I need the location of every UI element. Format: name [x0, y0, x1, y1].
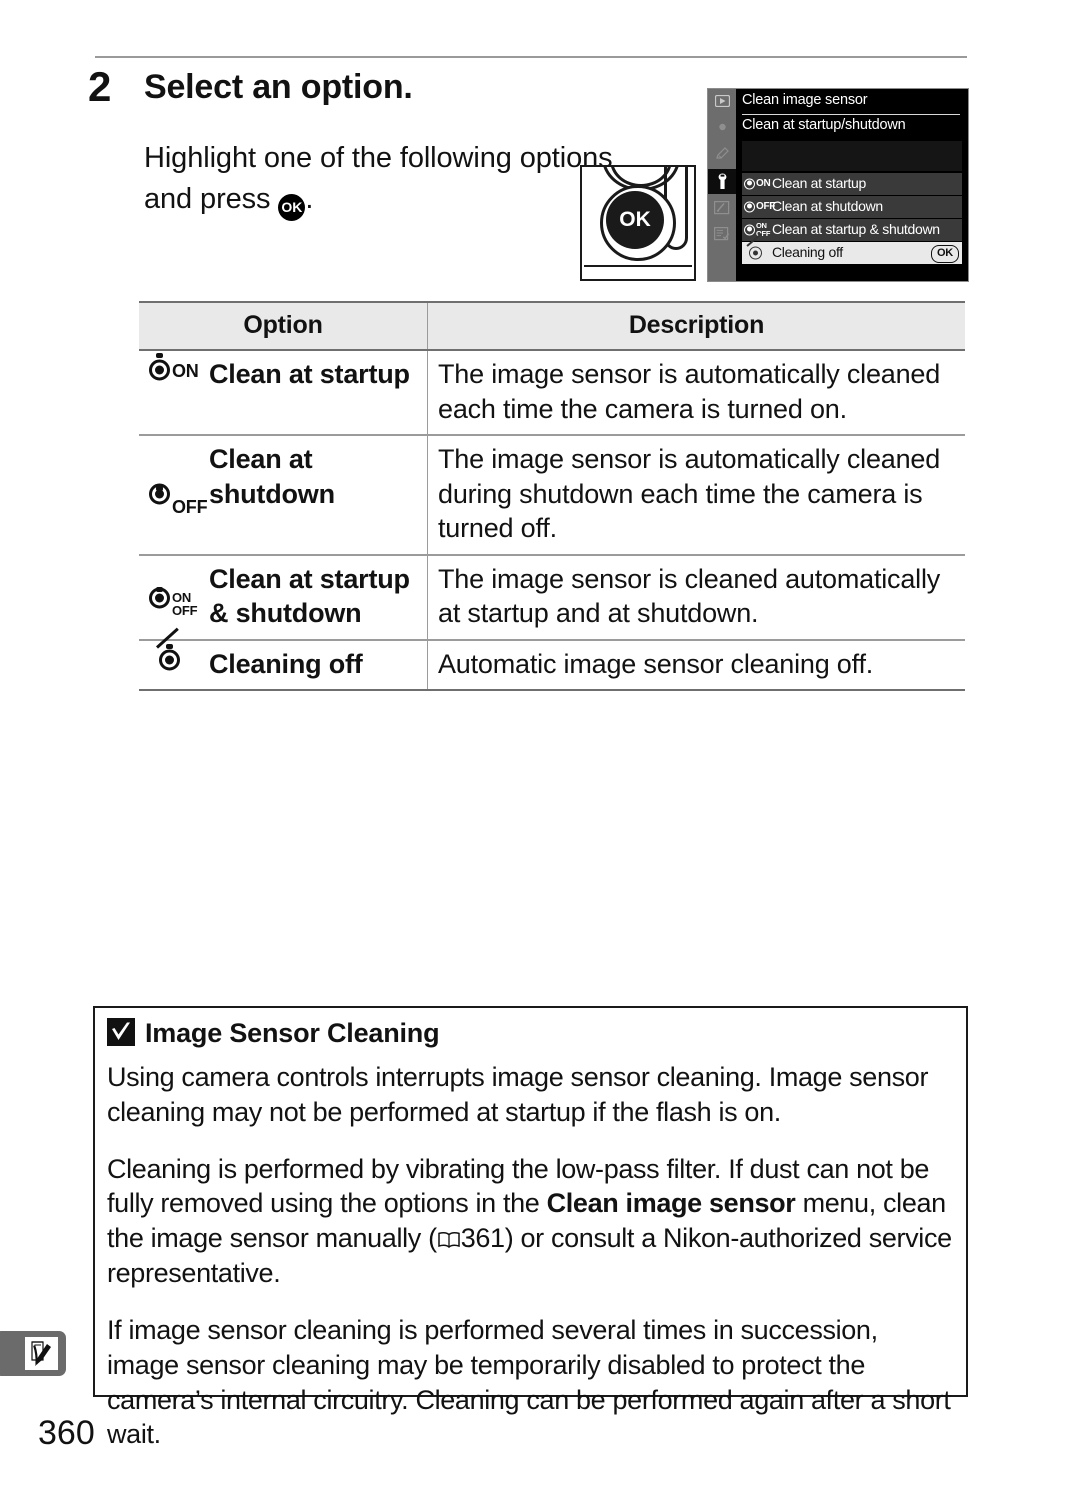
- lcd-row-clean-at-startup[interactable]: ON Clean at startup: [742, 173, 962, 195]
- shooting-menu-icon: [711, 117, 733, 142]
- lcd-row-clean-at-startup-and-shutdown[interactable]: ON OFF Clean at startup & shutdown: [742, 219, 962, 241]
- clean-at-startup-icon: ON: [147, 351, 205, 434]
- table-option-label: Cleaning off: [209, 648, 363, 679]
- note-title: Image Sensor Cleaning: [145, 1018, 440, 1048]
- note-paragraph-2: Cleaning is performed by vibrating the l…: [107, 1152, 955, 1291]
- clean-at-startup-icon: ON: [744, 175, 771, 193]
- table-header-option: Option: [139, 301, 428, 351]
- cleaning-off-icon: [147, 627, 205, 690]
- table-cell-description: The image sensor is automatically cleane…: [427, 435, 965, 556]
- cleaning-off-icon: [744, 233, 770, 262]
- setup-menu-side-tab: [0, 1331, 66, 1376]
- clean-at-shutdown-icon: OFF: [147, 436, 208, 554]
- playback-menu-icon: [711, 91, 733, 116]
- note-p2-page-ref: 361: [460, 1223, 505, 1254]
- step-title: Select an option.: [144, 68, 413, 106]
- note-paragraph-3: If image sensor cleaning is performed se…: [107, 1314, 951, 1450]
- lcd-title-rule: [742, 114, 960, 115]
- retouch-menu-icon: [711, 197, 733, 222]
- setup-menu-pencil-icon: [25, 1337, 58, 1370]
- note-heading: Image Sensor Cleaning: [107, 1018, 440, 1049]
- caution-checkmark-icon: [107, 1018, 135, 1046]
- table-cell-option: OFF Clean at shutdown: [139, 435, 428, 556]
- lcd-row-label: Cleaning off: [772, 244, 843, 260]
- table-cell-option: Cleaning off: [139, 627, 428, 692]
- table-cell-description: Automatic image sensor cleaning off.: [427, 639, 965, 692]
- camera-body-line: [584, 265, 692, 267]
- table-header-row: Option Description: [139, 301, 965, 351]
- lcd-row-label: Clean at startup: [772, 175, 867, 191]
- note-paragraph-1: Using camera controls interrupts image s…: [107, 1062, 929, 1127]
- options-table: Option Description ON Clean at startup T: [139, 301, 965, 692]
- note-p2-bold-menu-name: Clean image sensor: [546, 1188, 796, 1219]
- ok-button-graphic: OK: [606, 191, 664, 249]
- table-option-label: Clean at startup: [209, 359, 410, 389]
- caution-note-box: Image Sensor Cleaning Using camera contr…: [93, 1006, 968, 1449]
- lcd-ok-badge: OK: [931, 245, 959, 263]
- lcd-title: Clean image sensor: [742, 92, 868, 108]
- table-option-label: Clean at shutdown: [209, 444, 335, 509]
- recent-settings-icon: [711, 223, 733, 248]
- lcd-row-cleaning-off[interactable]: Cleaning off OK: [742, 233, 962, 264]
- camera-ok-button-illustration: OK: [580, 165, 696, 281]
- book-reference-icon: [437, 1231, 461, 1249]
- step-instruction-text: Highlight one of the following options a…: [144, 142, 613, 215]
- table-row: OFF Clean at shutdown The image sensor i…: [139, 435, 965, 556]
- ok-button-icon: OK: [278, 193, 306, 221]
- setup-menu-wrench-icon: [708, 169, 736, 194]
- page-number: 360: [38, 1414, 95, 1452]
- header-rule: [95, 56, 967, 58]
- table-row: ON Clean at startup The image sensor is …: [139, 350, 965, 437]
- table-option-label: Clean at startup & shutdown: [209, 563, 410, 629]
- step-instruction: Highlight one of the following options a…: [144, 138, 614, 221]
- custom-settings-pencil-icon: [711, 143, 733, 168]
- note-body: Using camera controls interrupts image s…: [107, 1060, 955, 1452]
- lcd-subtitle: Clean at startup/shutdown: [742, 117, 906, 133]
- step-number: 2: [88, 63, 111, 110]
- step-instruction-period: .: [305, 182, 314, 215]
- table-row: Cleaning off Automatic image sensor clea…: [139, 627, 965, 692]
- clean-at-startup-and-shutdown-icon: ON OFF: [147, 556, 205, 639]
- clean-at-shutdown-icon: OFF: [744, 198, 775, 216]
- table-header-description: Description: [427, 301, 965, 351]
- lcd-row-label: Clean at startup & shutdown: [772, 221, 940, 237]
- table-cell-option: ON Clean at startup: [139, 350, 428, 437]
- table-cell-option: ON OFF Clean at startup & shutdown: [139, 554, 428, 641]
- table-cell-description: The image sensor is automatically cleane…: [427, 350, 965, 437]
- lcd-row-clean-at-shutdown[interactable]: OFF Clean at shutdown: [742, 196, 962, 218]
- lcd-empty-area: [742, 141, 962, 171]
- lcd-main-panel: Clean image sensor Clean at startup/shut…: [736, 89, 968, 281]
- table-row: ON OFF Clean at startup & shutdown The i…: [139, 554, 965, 641]
- table-cell-description: The image sensor is cleaned automaticall…: [427, 554, 965, 641]
- camera-lcd-menu: Clean image sensor Clean at startup/shut…: [707, 88, 969, 282]
- lcd-row-label: Clean at shutdown: [772, 198, 883, 214]
- lcd-sidebar: [708, 89, 736, 281]
